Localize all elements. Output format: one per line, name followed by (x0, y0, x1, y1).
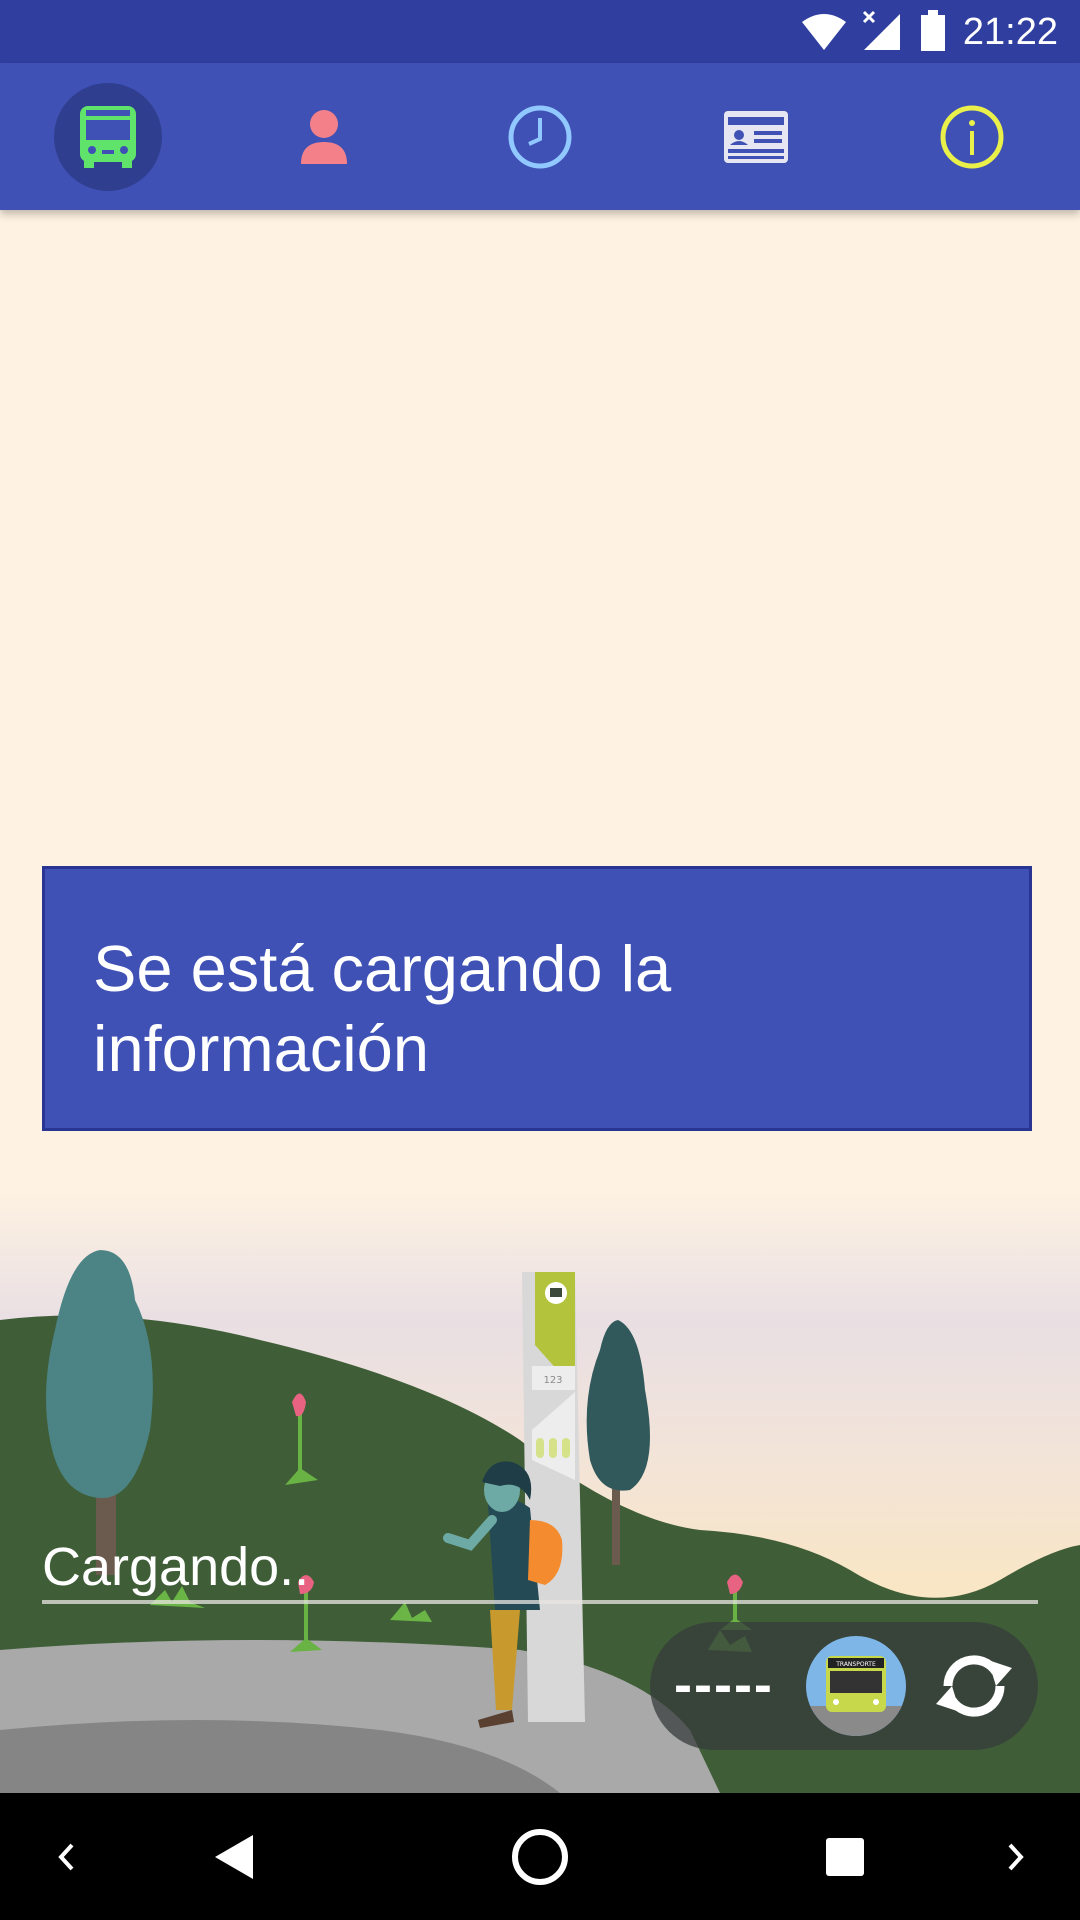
nav-right-arrow[interactable] (990, 1793, 1042, 1920)
tab-card[interactable] (702, 83, 810, 191)
tab-bus[interactable] (54, 83, 162, 191)
tab-user[interactable] (270, 83, 378, 191)
nav-home-button[interactable] (505, 1793, 575, 1920)
bus-sign-text: TRANSPORTE (835, 1661, 876, 1668)
clock-icon (508, 105, 572, 169)
stop-selector: ----- TRANSPORTE (650, 1622, 1038, 1750)
signal-icon (862, 10, 900, 50)
status-time: 21:22 (962, 11, 1058, 53)
id-card-icon (724, 111, 788, 163)
tab-history[interactable] (486, 83, 594, 191)
nav-recents-button[interactable] (810, 1793, 880, 1920)
bus-icon (80, 106, 136, 168)
system-nav-bar (0, 1793, 1080, 1920)
battery-icon (921, 10, 945, 51)
home-circle-icon (512, 1828, 568, 1885)
loading-message: Se está cargando la información (93, 932, 672, 1085)
refresh-icon (936, 1655, 1012, 1717)
wifi-icon (802, 14, 846, 50)
refresh-button[interactable] (924, 1636, 1024, 1736)
stop-code: ----- (674, 1655, 774, 1715)
bus-avatar-button[interactable]: TRANSPORTE (806, 1636, 906, 1736)
nav-back-button[interactable] (200, 1793, 270, 1920)
loading-panel: Se está cargando la información (42, 866, 1032, 1131)
person-icon (301, 110, 347, 164)
search-input-underline (42, 1600, 1038, 1604)
tab-info[interactable] (918, 83, 1026, 191)
tab-bar (0, 63, 1080, 210)
back-triangle-icon (215, 1834, 253, 1879)
status-bar: 21:22 (0, 0, 1080, 63)
bus-photo-icon: TRANSPORTE (806, 1636, 906, 1736)
chevron-right-icon (1008, 1843, 1024, 1870)
chevron-left-icon (58, 1843, 74, 1870)
nav-left-arrow[interactable] (40, 1793, 92, 1920)
recents-square-icon (826, 1837, 864, 1876)
svg-text:123: 123 (543, 1375, 562, 1386)
info-icon (940, 105, 1004, 169)
search-input[interactable]: Cargando.. (42, 1530, 1038, 1604)
